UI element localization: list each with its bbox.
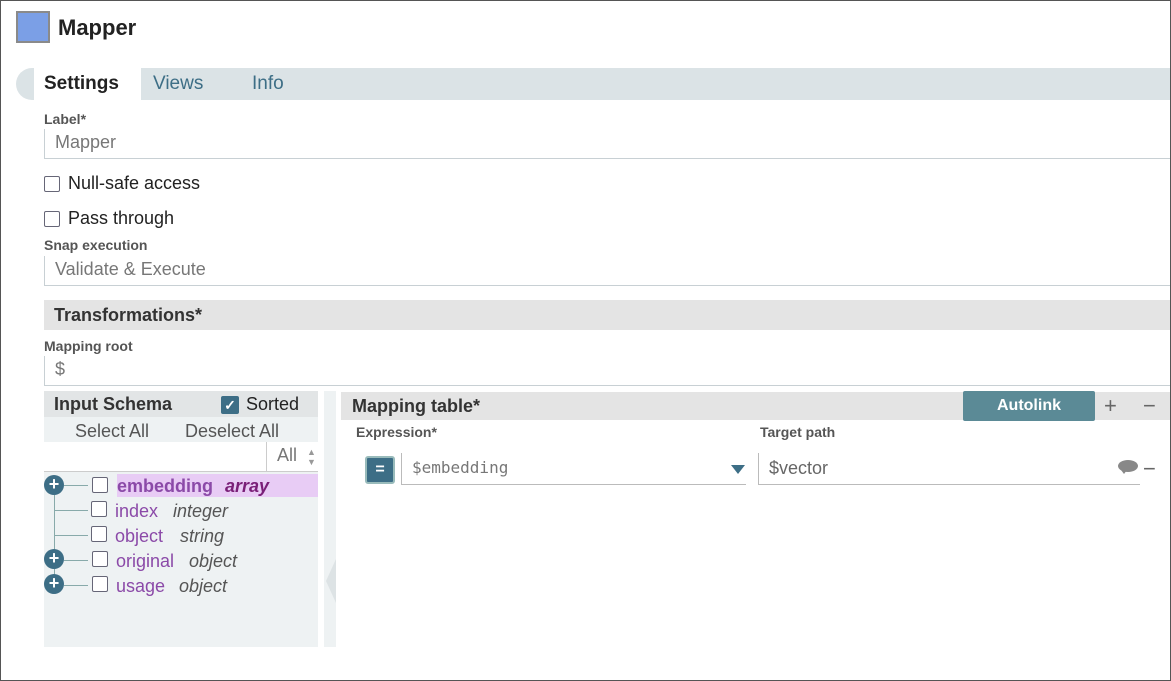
mapper-snap-icon	[16, 11, 50, 43]
tree-connector	[64, 585, 88, 586]
label-input[interactable]: Mapper	[44, 129, 1170, 159]
expression-dropdown-icon[interactable]	[731, 465, 745, 474]
schema-field-type: object	[189, 551, 238, 571]
schema-row-checkbox[interactable]	[91, 526, 107, 542]
tab-info[interactable]: Info	[252, 73, 284, 95]
deselect-all-link[interactable]: Deselect All	[185, 421, 279, 442]
null-safe-checkbox[interactable]	[44, 176, 60, 192]
schema-field-name[interactable]: embedding	[117, 476, 213, 497]
comment-icon[interactable]	[1118, 460, 1138, 474]
pass-through-label: Pass through	[68, 208, 175, 228]
snap-execution-select[interactable]: Validate & Execute	[44, 256, 1170, 286]
tab-settings[interactable]: Settings	[44, 73, 119, 95]
filter-select-value: All	[277, 445, 298, 465]
schema-row-checkbox[interactable]	[92, 477, 108, 493]
expand-plus-icon[interactable]: +	[44, 549, 64, 569]
schema-row-checkbox[interactable]	[92, 576, 108, 592]
mapping-root-input[interactable]: $	[44, 356, 1170, 386]
target-path-input[interactable]: $vector	[758, 453, 1140, 485]
snap-execution-label: Snap execution	[44, 237, 148, 253]
schema-row-checkbox[interactable]	[92, 551, 108, 567]
sort-arrows-icon: ▲ ▼	[307, 447, 316, 467]
remove-mapping-row-icon[interactable]: −	[1143, 458, 1156, 480]
schema-field-name[interactable]: index	[115, 501, 158, 522]
sorted-label: Sorted	[246, 394, 300, 414]
tab-views[interactable]: Views	[153, 73, 203, 95]
sorted-checkbox[interactable]: ✓	[221, 396, 239, 414]
schema-field-type: string	[180, 526, 225, 546]
tree-connector	[54, 535, 88, 536]
mapping-root-label: Mapping root	[44, 338, 133, 354]
schema-field-name[interactable]: object	[115, 526, 163, 547]
expression-input[interactable]: $embedding	[401, 453, 746, 485]
schema-filter-select[interactable]: All ▲ ▼	[266, 442, 318, 472]
expression-toggle-button[interactable]: =	[365, 456, 395, 484]
schema-field-type: array	[225, 476, 270, 496]
transformations-bar	[44, 300, 1170, 330]
schema-field-name[interactable]: usage	[116, 576, 165, 597]
autolink-button[interactable]: Autolink	[963, 391, 1095, 421]
null-safe-label: Null-safe access	[68, 173, 201, 193]
schema-row-checkbox[interactable]	[91, 501, 107, 517]
label-field-label: Label*	[44, 111, 87, 127]
tree-connector	[64, 485, 88, 486]
schema-filter-input[interactable]	[44, 442, 266, 472]
target-path-header: Target path	[760, 424, 836, 440]
pass-through-checkbox[interactable]	[44, 211, 60, 227]
schema-field-type: integer	[173, 501, 229, 521]
schema-field-type: object	[179, 576, 228, 596]
collapse-arrow-icon[interactable]	[326, 559, 336, 603]
tree-connector	[54, 510, 88, 511]
panel-splitter[interactable]	[324, 391, 336, 647]
remove-row-icon[interactable]: −	[1143, 395, 1156, 417]
comment-tail	[1121, 470, 1127, 474]
transformations-title: Transformations*	[54, 305, 203, 325]
expand-plus-icon[interactable]: +	[44, 475, 64, 495]
expression-header: Expression*	[356, 424, 437, 440]
add-row-icon[interactable]: +	[1104, 395, 1117, 417]
mapping-table-title: Mapping table*	[352, 396, 481, 416]
expand-plus-icon[interactable]: +	[44, 574, 64, 594]
schema-field-name[interactable]: original	[116, 551, 174, 572]
select-all-link[interactable]: Select All	[75, 421, 149, 442]
tree-connector	[64, 560, 88, 561]
input-schema-title: Input Schema	[54, 394, 173, 414]
mapper-dialog: Mapper Settings Views Info Label* Mapper…	[0, 0, 1171, 681]
dialog-title: Mapper	[58, 15, 137, 40]
